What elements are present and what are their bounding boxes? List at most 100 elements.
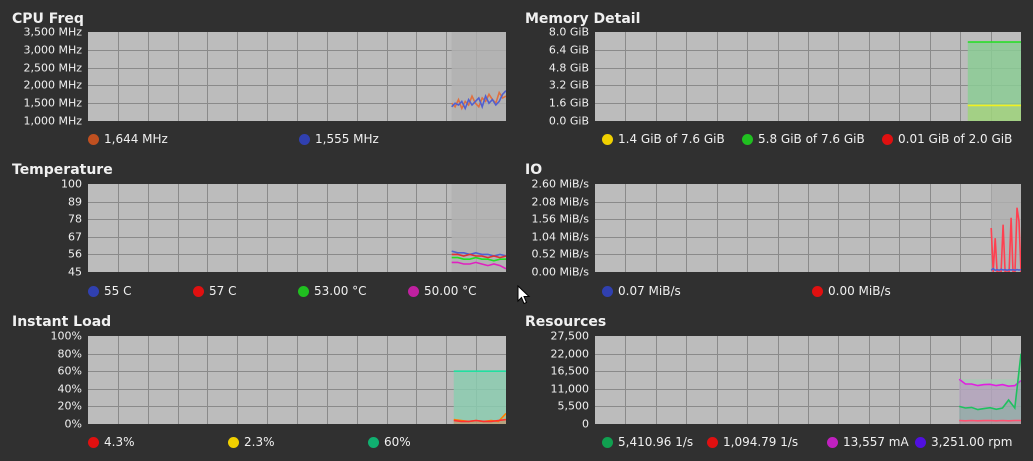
panel-title: IO	[525, 162, 543, 178]
panel-resources: Resources 27,500 22,000 16,500 11,000 5,500 0…	[525, 314, 1021, 459]
y-tick-label: 2.08 MiB/s	[531, 195, 589, 209]
legend-color-dot-icon	[368, 436, 379, 448]
y-tick-label: 78	[68, 212, 82, 226]
chart-canvas	[595, 184, 1021, 272]
y-tick-label: 56	[68, 247, 82, 261]
chart-canvas	[88, 32, 506, 121]
legend-label: 0.07 MiB/s	[618, 284, 681, 298]
y-tick-label: 8.0 GiB	[548, 25, 589, 39]
instant-load-plot	[88, 336, 506, 424]
y-tick-label: 1.6 GiB	[548, 96, 589, 110]
legend-color-dot-icon	[299, 133, 310, 145]
y-tick-label: 0.52 MiB/s	[531, 247, 589, 261]
y-tick-label: 89	[68, 195, 82, 209]
legend-label: 55 C	[104, 284, 132, 298]
y-tick-label: 1.04 MiB/s	[531, 230, 589, 244]
legend-item: 1,555 MHz	[299, 132, 379, 146]
legend-color-dot-icon	[882, 133, 893, 145]
legend-color-dot-icon	[193, 285, 204, 297]
legend-item: 60%	[368, 435, 411, 449]
y-tick-label: 1.56 MiB/s	[531, 212, 589, 226]
y-tick-label: 60%	[57, 364, 82, 378]
legend-color-dot-icon	[88, 285, 99, 297]
y-tick-label: 11,000	[550, 382, 590, 396]
legend-label: 50.00 °C	[424, 284, 477, 298]
y-tick-label: 40%	[57, 382, 82, 396]
cpu-freq-plot	[88, 32, 506, 121]
memory-plot	[595, 32, 1021, 121]
y-tick-label: 4.8 GiB	[548, 61, 589, 75]
y-tick-label: 100	[61, 177, 82, 191]
y-tick-label: 16,500	[550, 364, 590, 378]
legend-label: 1,644 MHz	[104, 132, 168, 146]
legend-item: 0.01 GiB of 2.0 GiB	[882, 132, 1012, 146]
legend-color-dot-icon	[602, 436, 613, 448]
legend-item: 5.8 GiB of 7.6 GiB	[742, 132, 865, 146]
legend-item: 1,644 MHz	[88, 132, 168, 146]
legend-color-dot-icon	[915, 436, 926, 448]
legend-color-dot-icon	[742, 133, 753, 145]
legend-label: 1.4 GiB of 7.6 GiB	[618, 132, 725, 146]
legend-label: 0.01 GiB of 2.0 GiB	[898, 132, 1013, 146]
y-tick-label: 27,500	[550, 329, 590, 343]
y-tick-label: 2.60 MiB/s	[531, 177, 589, 191]
legend-item: 0.00 MiB/s	[812, 284, 891, 298]
legend: 4.3% 2.3% 60%	[12, 435, 508, 451]
legend-item: 1.4 GiB of 7.6 GiB	[602, 132, 725, 146]
legend-label: 4.3%	[104, 435, 135, 449]
legend-color-dot-icon	[88, 436, 99, 448]
y-tick-label: 2,000 MHz	[23, 78, 82, 92]
y-tick-label: 0.0 GiB	[548, 114, 589, 128]
chart-canvas	[88, 184, 506, 272]
y-tick-label: 100%	[50, 329, 82, 343]
legend-color-dot-icon	[707, 436, 718, 448]
io-plot	[595, 184, 1021, 272]
y-tick-label: 22,000	[550, 347, 590, 361]
y-tick-label: 3,500 MHz	[23, 25, 82, 39]
mouse-pointer-icon	[517, 285, 531, 305]
resources-plot	[595, 336, 1021, 424]
y-tick-label: 0%	[64, 417, 82, 431]
y-axis: 2.60 MiB/s 2.08 MiB/s 1.56 MiB/s 1.04 MiB/s…	[525, 178, 595, 279]
y-tick-label: 45	[68, 265, 82, 279]
y-tick-label: 1,500 MHz	[23, 96, 82, 110]
legend-item: 4.3%	[88, 435, 135, 449]
chart-canvas	[595, 32, 1021, 121]
legend-color-dot-icon	[827, 436, 838, 448]
legend-label: 53.00 °C	[314, 284, 367, 298]
legend-label: 5.8 GiB of 7.6 GiB	[758, 132, 865, 146]
legend-label: 3,251.00 rpm	[931, 435, 1013, 449]
y-tick-label: 1,000 MHz	[23, 114, 82, 128]
y-tick-label: 20%	[57, 399, 82, 413]
y-tick-label: 67	[68, 230, 82, 244]
panel-title: Resources	[525, 314, 607, 330]
panel-instant-load: Instant Load 100% 80% 60% 40% 20% 0% 4.3% 2.3%…	[12, 314, 508, 459]
temperature-plot	[88, 184, 506, 272]
series-area	[453, 371, 506, 424]
legend-item: 55 C	[88, 284, 131, 298]
legend: 1.4 GiB of 7.6 GiB 5.8 GiB of 7.6 GiB 0.01…	[525, 132, 1021, 148]
y-tick-label: 0.00 MiB/s	[531, 265, 589, 279]
legend-label: 0.00 MiB/s	[828, 284, 891, 298]
panel-io: IO 2.60 MiB/s 2.08 MiB/s 1.56 MiB/s 1.04 Mi…	[525, 162, 1021, 307]
legend-item: 3,251.00 rpm	[915, 435, 1013, 449]
legend-item: 1,094.79 1/s	[707, 435, 798, 449]
y-axis: 3,500 MHz 3,000 MHz 2,500 MHz 2,000 MHz 1,50…	[12, 26, 88, 128]
chart-canvas	[88, 336, 506, 424]
chart-canvas	[595, 336, 1021, 424]
y-axis: 8.0 GiB 6.4 GiB 4.8 GiB 3.2 GiB 1.6 GiB 0.0 G…	[525, 26, 595, 128]
y-tick-label: 2,500 MHz	[23, 61, 82, 75]
panel-temperature: Temperature 100 89 78 67 56 45 55 C 57 C 53.00 …	[12, 162, 508, 307]
legend-color-dot-icon	[602, 285, 613, 297]
legend-item: 0.07 MiB/s	[602, 284, 681, 298]
y-tick-label: 0	[582, 417, 589, 431]
legend-label: 5,410.96 1/s	[618, 435, 694, 449]
legend-label: 57 C	[209, 284, 237, 298]
series-area	[967, 105, 1021, 121]
legend-color-dot-icon	[298, 285, 309, 297]
y-tick-label: 5,500	[557, 399, 590, 413]
legend-label: 1,094.79 1/s	[723, 435, 799, 449]
legend-item: 2.3%	[228, 435, 275, 449]
legend: 1,644 MHz 1,555 MHz	[12, 132, 508, 148]
legend-label: 13,557 mA	[843, 435, 909, 449]
